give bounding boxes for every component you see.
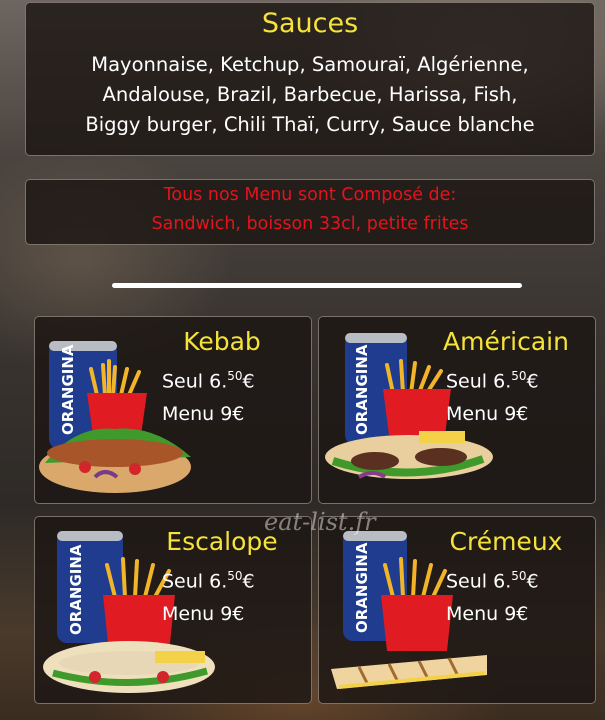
product-card-americain[interactable]: ORANGINA Américain Seul 6.50€ Menu 9€	[318, 316, 596, 504]
product-name: Américain	[443, 327, 569, 356]
sauces-title: Sauces	[261, 8, 359, 39]
price-menu: Menu 9€	[162, 603, 245, 625]
menu-composition-line-1: Tous nos Menu sont Composé de:	[163, 185, 457, 205]
price-alone: Seul 6.50€	[446, 369, 539, 393]
can-brand-text: ORANGINA	[67, 544, 85, 635]
product-name: Kebab	[183, 327, 261, 356]
product-card-kebab[interactable]: ORANGINA Kebab Seul 6.50€ Menu 9€	[34, 316, 312, 504]
product-card-escalope[interactable]: ORANGINA Escalope Seul 6.50€ Menu 9€	[34, 516, 312, 704]
price-alone: Seul 6.50€	[446, 569, 539, 593]
price-menu: Menu 9€	[446, 403, 529, 425]
product-name: Crémeux	[449, 527, 563, 556]
sauces-line-1: Mayonnaise, Ketchup, Samouraï, Algérienn…	[91, 53, 529, 76]
watermark: eat-list.fr	[264, 508, 376, 536]
product-card-cremeux[interactable]: ORANGINA Crémeux Seul 6.50€ Menu 9€	[318, 516, 596, 704]
can-brand-text: ORANGINA	[353, 542, 371, 633]
sauces-line-2: Andalouse, Brazil, Barbecue, Harissa, Fi…	[102, 83, 518, 106]
price-menu: Menu 9€	[446, 603, 529, 625]
price-alone: Seul 6.50€	[162, 369, 255, 393]
divider	[112, 283, 522, 288]
sauces-line-3: Biggy burger, Chili Thaï, Curry, Sauce b…	[85, 113, 535, 136]
sauces-panel: Sauces Mayonnaise, Ketchup, Samouraï, Al…	[25, 2, 595, 156]
menu-composition-line-2: Sandwich, boisson 33cl, petite frites	[151, 214, 469, 234]
can-brand-text: ORANGINA	[353, 344, 371, 435]
price-alone: Seul 6.50€	[162, 569, 255, 593]
can-brand-text: ORANGINA	[59, 344, 77, 435]
menu-composition-panel: Tous nos Menu sont Composé de: Sandwich,…	[25, 179, 595, 245]
price-menu: Menu 9€	[162, 403, 245, 425]
